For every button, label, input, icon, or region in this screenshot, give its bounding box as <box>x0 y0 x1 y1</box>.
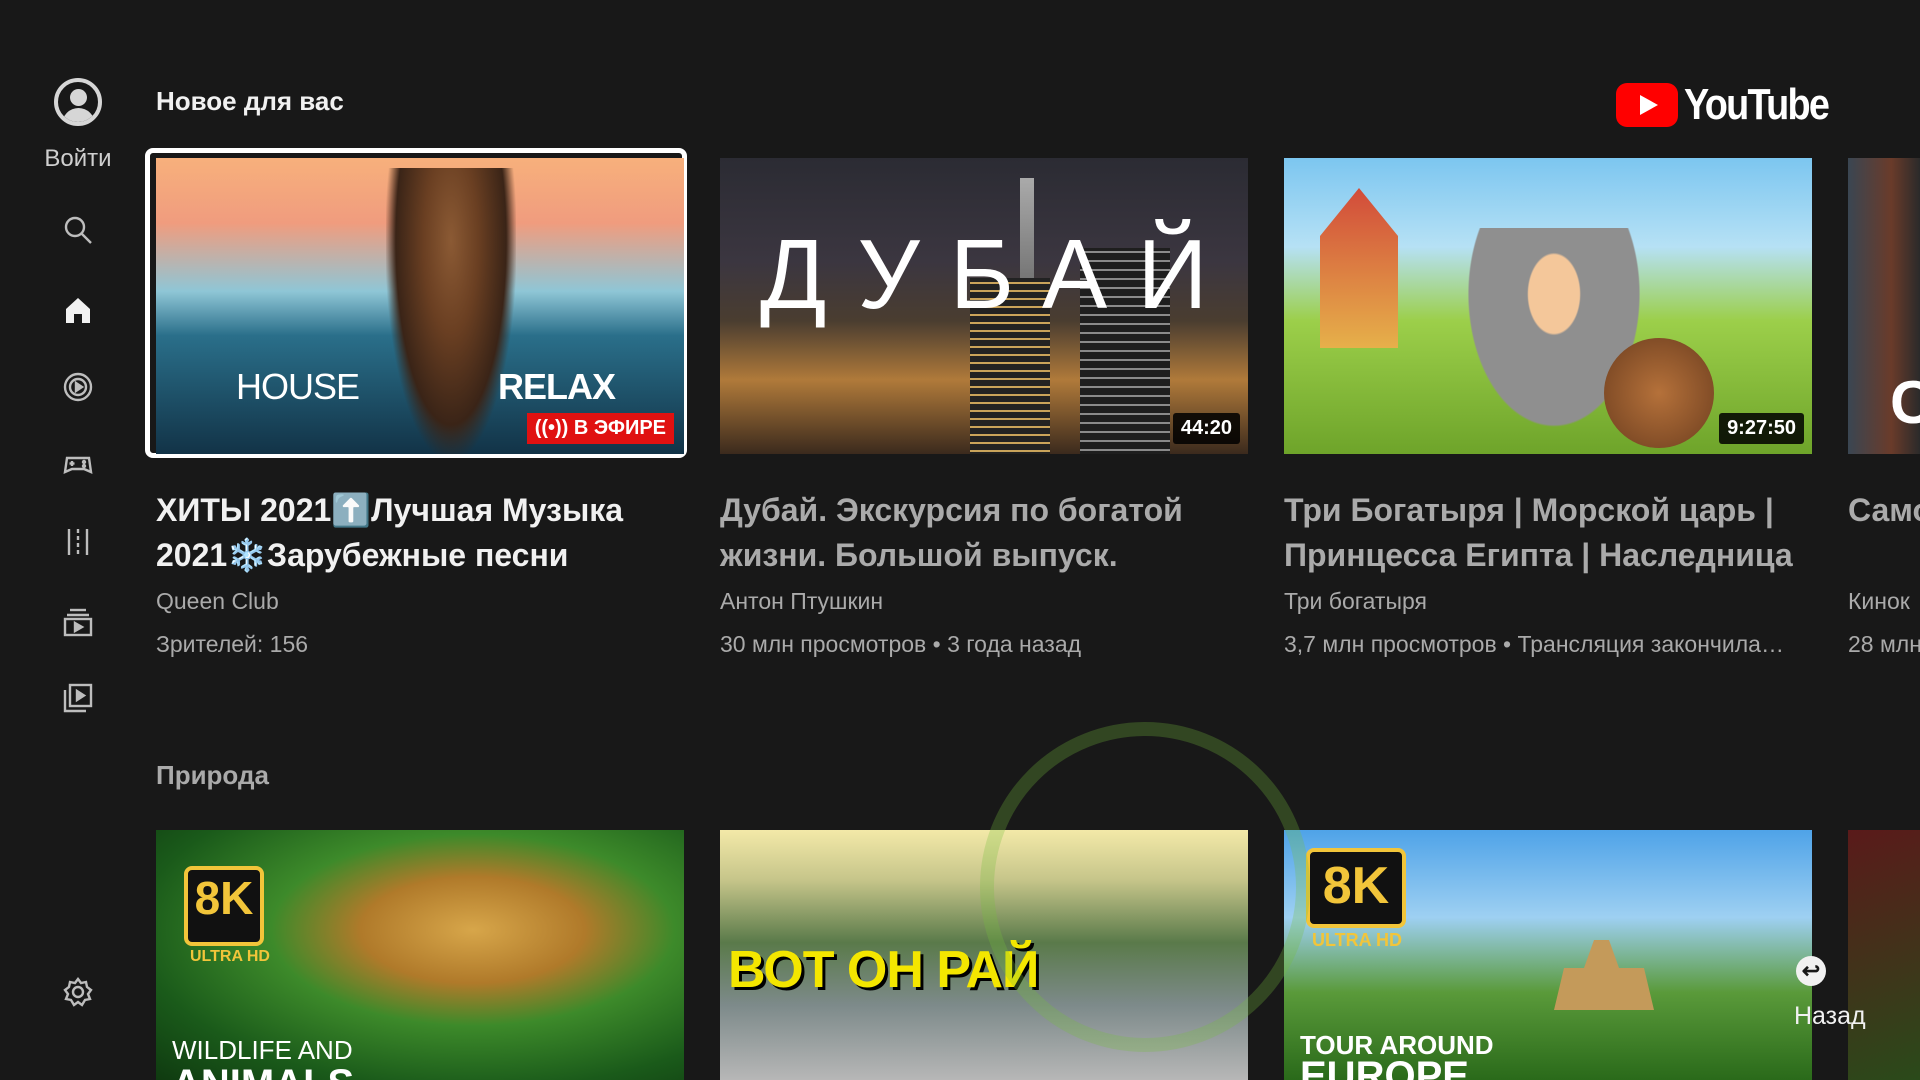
video-card[interactable]: ДУБАЙ 44:20 Дубай. Экскурсия по богатой … <box>720 158 1248 658</box>
duration-badge: 9:27:50 <box>1719 413 1804 444</box>
gaming-icon[interactable] <box>58 444 98 484</box>
video-meta: 28 млн <box>1848 631 1920 657</box>
sidebar: Войти <box>0 0 156 1080</box>
thumb-text: C <box>1890 369 1920 436</box>
signin-label[interactable]: Войти <box>30 145 126 173</box>
video-thumbnail[interactable]: ДУБАЙ 44:20 <box>720 158 1248 454</box>
video-thumbnail[interactable] <box>1848 830 1920 1080</box>
thumb-text-dubai: ДУБАЙ <box>760 219 1238 329</box>
account-avatar-icon[interactable] <box>54 78 102 126</box>
youtube-wordmark: YouTube <box>1684 80 1830 129</box>
video-thumbnail[interactable]: 9:27:50 <box>1284 158 1812 454</box>
youtube-play-icon <box>1616 83 1678 127</box>
channel-name: Кинок <box>1848 588 1910 614</box>
video-thumbnail[interactable]: 8K ULTRA HD WILDLIFE AND ANIMALS <box>156 830 684 1080</box>
video-card[interactable] <box>1848 830 1920 1080</box>
video-card[interactable]: 8K ULTRA HD TOUR AROUND EUROPE <box>1284 830 1812 1080</box>
video-title: Дубай. Экскурсия по богатой жизни. Больш… <box>720 492 1183 573</box>
home-icon[interactable] <box>58 290 98 330</box>
shelf-title-nature: Природа <box>156 760 269 790</box>
shorts-icon[interactable] <box>58 367 98 407</box>
video-meta: 3,7 млн просмотров • Трансляция закончил… <box>1284 631 1784 657</box>
channel-name: Queen Club <box>156 588 279 614</box>
thumb-text-europe: EUROPE <box>1300 1054 1469 1080</box>
video-thumbnail[interactable]: 8K ULTRA HD TOUR AROUND EUROPE <box>1284 830 1812 1080</box>
video-title: Три Богатыря | Морской царь | Принцесса … <box>1284 492 1793 573</box>
thumb-badge-8k: 8K <box>1322 857 1390 915</box>
video-card[interactable]: 8K ULTRA HD WILDLIFE AND ANIMALS <box>156 830 684 1080</box>
live-broadcast-icon: ((•)) <box>534 417 574 439</box>
video-title: Само реж. <box>1848 492 1920 528</box>
music-icon[interactable] <box>58 522 98 562</box>
library-icon[interactable] <box>58 678 98 718</box>
youtube-logo: YouTube <box>1616 80 1852 130</box>
video-thumbnail[interactable]: HOUSE RELAX ((•)) В ЭФИРЕ <box>156 158 684 454</box>
video-meta: Зрителей: 156 <box>156 631 309 657</box>
thumb-badge-8k: 8K <box>194 872 254 924</box>
thumb-text-house: HOUSE <box>236 366 360 407</box>
channel-name: Три богатыря <box>1284 588 1427 614</box>
video-card[interactable]: HOUSE RELAX ((•)) В ЭФИРЕ ХИТЫ 2021⬆️Луч… <box>156 158 684 658</box>
back-label[interactable]: Назад <box>1794 1002 1866 1031</box>
search-icon[interactable] <box>58 210 98 250</box>
settings-icon[interactable] <box>58 972 98 1012</box>
thumb-text-relax: RELAX <box>498 366 616 407</box>
duration-badge: 44:20 <box>1172 413 1240 444</box>
subscriptions-icon[interactable] <box>58 602 98 642</box>
video-meta: 30 млн просмотров • 3 года назад <box>720 631 1082 657</box>
video-card[interactable]: 9:27:50 Три Богатыря | Морской царь | Пр… <box>1284 158 1812 658</box>
video-title: ХИТЫ 2021⬆️Лучшая Музыка 2021❄️Зарубежны… <box>156 492 624 573</box>
shelf-title-new-for-you: Новое для вас <box>156 86 344 116</box>
thumb-badge-uhd: ULTRA HD <box>1312 930 1402 950</box>
back-arrow-icon[interactable]: ↩ <box>1796 956 1826 986</box>
video-card[interactable]: C Само реж. Кинок 28 млн <box>1848 158 1920 658</box>
thumb-text-animals: ANIMALS <box>172 1062 354 1080</box>
video-thumbnail[interactable]: C <box>1848 158 1920 454</box>
thumb-badge-uhd: ULTRA HD <box>190 948 270 965</box>
live-badge: ((•)) В ЭФИРЕ <box>526 413 674 444</box>
channel-name: Антон Птушкин <box>720 588 884 614</box>
watermark-logo <box>980 722 1310 1052</box>
